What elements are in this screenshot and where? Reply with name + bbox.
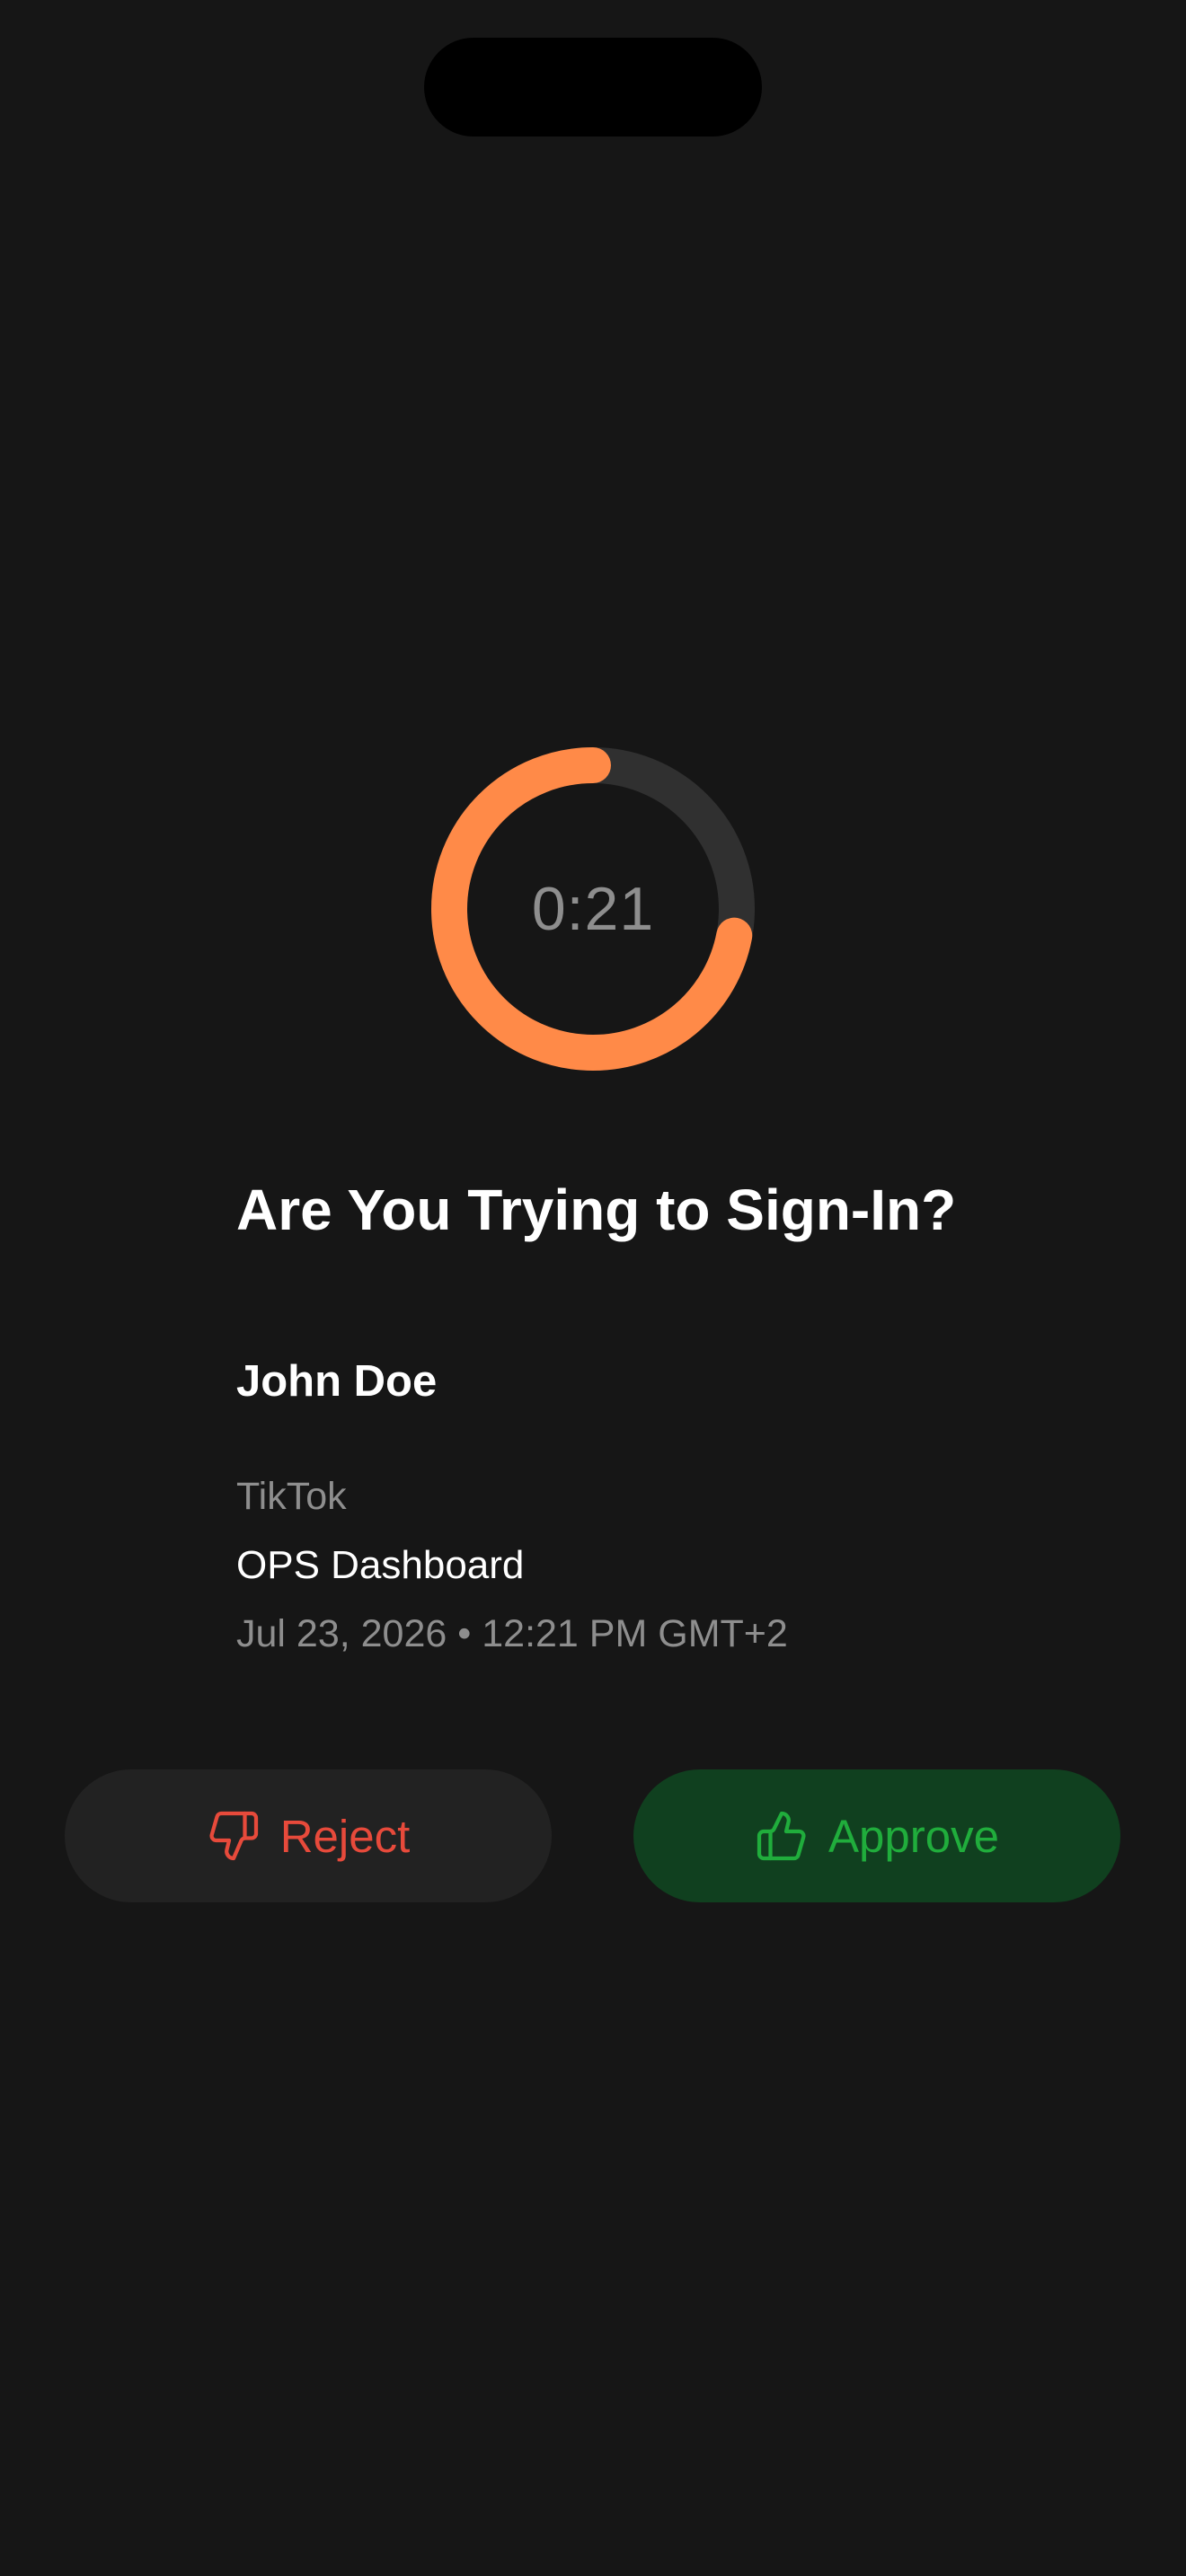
thumbs-down-icon <box>207 1809 261 1863</box>
user-name: John Doe <box>236 1357 438 1406</box>
service-name: OPS Dashboard <box>236 1543 525 1587</box>
app-name: TikTok <box>236 1475 347 1518</box>
reject-button[interactable]: Reject <box>65 1769 552 1902</box>
countdown-timer: 0:21 <box>429 745 757 1072</box>
dynamic-island <box>424 38 762 137</box>
thumbs-up-icon <box>755 1809 809 1863</box>
request-timestamp: Jul 23, 2026 • 12:21 PM GMT+2 <box>236 1612 788 1655</box>
countdown-time: 0:21 <box>531 875 655 943</box>
approve-button-label: Approve <box>828 1810 999 1862</box>
reject-button-label: Reject <box>279 1810 411 1862</box>
page-title: Are You Trying to Sign-In? <box>236 1178 957 1242</box>
approve-button[interactable]: Approve <box>633 1769 1120 1902</box>
